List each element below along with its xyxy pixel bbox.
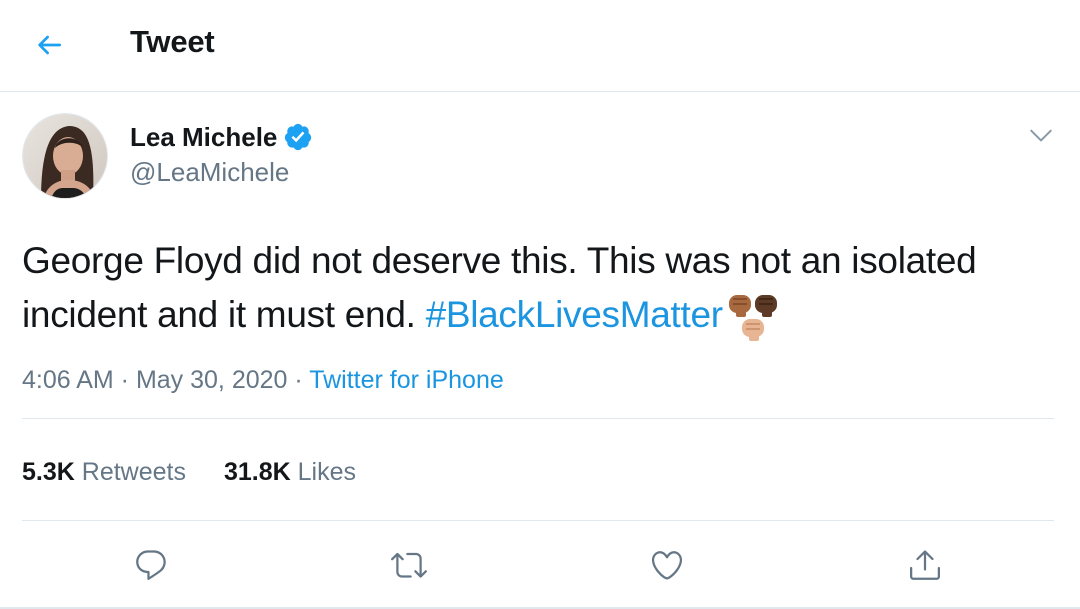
back-button[interactable] [20,20,78,70]
author-name-row: Lea Michele [130,120,313,154]
tweet-date[interactable]: May 30, 2020 [136,366,288,394]
reply-button[interactable] [126,540,176,590]
tweet-meta: 4:06 AM · May 30, 2020 · Twitter for iPh… [22,366,504,394]
divider [22,418,1054,419]
verified-badge-icon [285,123,312,151]
author-display-name[interactable]: Lea Michele [130,122,277,153]
heart-icon [651,551,683,580]
retweet-icon [391,552,427,578]
hashtag-link[interactable]: #BlackLivesMatter [426,294,723,335]
retweet-button[interactable] [384,540,434,590]
reply-icon [136,550,166,580]
tweet-text: George Floyd did not deserve this. This … [22,234,1062,345]
arrow-left-icon [38,35,61,55]
chevron-down-icon [1030,129,1052,142]
tweet-time[interactable]: 4:06 AM [22,366,114,394]
divider [22,520,1054,521]
share-button[interactable] [900,540,950,590]
like-button[interactable] [642,540,692,590]
retweets-stat[interactable]: 5.3K Retweets [22,458,186,487]
share-icon [910,550,940,580]
tweet-stats: 5.3K Retweets 31.8K Likes [22,458,356,487]
page-title: Tweet [130,24,215,59]
author-handle[interactable]: @LeaMichele [130,157,289,188]
likes-stat[interactable]: 31.8K Likes [224,458,356,487]
raised-fists-emoji [727,289,783,345]
avatar[interactable] [22,113,108,199]
tweet-source-link[interactable]: Twitter for iPhone [309,366,504,394]
more-options-button[interactable] [1024,118,1058,152]
top-bar: Tweet [0,0,1080,92]
